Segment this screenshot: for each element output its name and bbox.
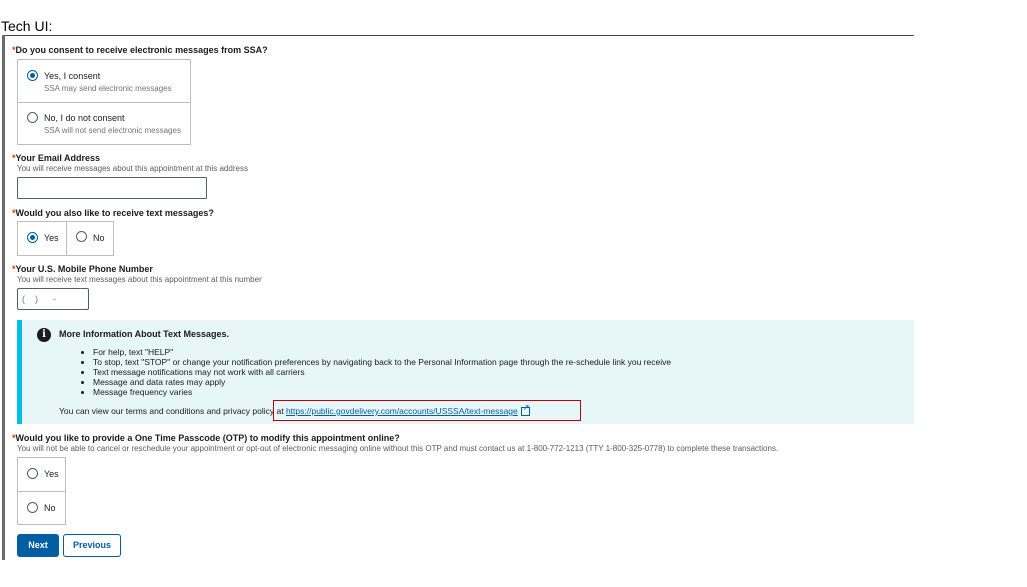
otp-no-label: No	[44, 503, 56, 513]
otp-option-no[interactable]: No	[18, 492, 65, 525]
radio-unchecked-icon[interactable]	[27, 468, 38, 479]
alert-footer-text: You can view our terms and conditions an…	[59, 406, 286, 416]
info-icon: i	[37, 328, 51, 342]
page-heading: Tech UI:	[1, 18, 53, 34]
otp-question-label: *Would you like to provide a One Time Pa…	[12, 433, 400, 443]
consent-no-description: SSA will not send electronic messages	[44, 126, 181, 135]
alert-list: For help, text "HELP" To stop, text "STO…	[81, 347, 671, 397]
list-item: For help, text "HELP"	[93, 347, 671, 357]
phone-field[interactable]	[17, 288, 89, 310]
consent-question-label: *Do you consent to receive electronic me…	[12, 45, 268, 55]
email-label: *Your Email Address	[12, 153, 101, 163]
link-highlight-box	[273, 400, 581, 421]
consent-option-yes[interactable]: Yes, I consent SSA may send electronic m…	[18, 60, 190, 102]
email-hint: You will receive messages about this app…	[17, 164, 248, 173]
list-item: Text message notifications may not work …	[93, 367, 671, 377]
phone-hint: You will receive text messages about thi…	[17, 275, 262, 284]
text-messages-option-no[interactable]: No	[67, 222, 113, 255]
otp-option-yes[interactable]: Yes	[18, 458, 65, 491]
consent-radio-group: Yes, I consent SSA may send electronic m…	[17, 59, 191, 145]
consent-no-label: No, I do not consent	[44, 113, 125, 123]
radio-unchecked-icon[interactable]	[76, 231, 87, 242]
list-item: Message and data rates may apply	[93, 377, 671, 387]
radio-unchecked-icon[interactable]	[27, 112, 38, 123]
previous-button[interactable]: Previous	[63, 534, 121, 557]
alert-title: More Information About Text Messages.	[59, 329, 230, 339]
phone-label: *Your U.S. Mobile Phone Number	[12, 264, 153, 274]
radio-checked-icon[interactable]	[27, 232, 38, 243]
list-item: To stop, text "STOP" or change your noti…	[93, 357, 671, 367]
radio-checked-icon[interactable]	[27, 70, 38, 81]
consent-yes-description: SSA may send electronic messages	[44, 84, 172, 93]
consent-yes-label: Yes, I consent	[44, 71, 101, 81]
text-messages-radio-group: Yes No	[17, 221, 114, 256]
text-messages-no-label: No	[93, 233, 105, 243]
text-messages-question-label: *Would you also like to receive text mes…	[12, 208, 214, 218]
otp-hint: You will not be able to cancel or resche…	[17, 444, 779, 453]
frame-left-border	[2, 35, 5, 560]
otp-yes-label: Yes	[44, 469, 59, 479]
list-item: Message frequency varies	[93, 387, 671, 397]
radio-unchecked-icon[interactable]	[27, 502, 38, 513]
email-field[interactable]	[17, 177, 207, 199]
text-messages-yes-label: Yes	[44, 233, 59, 243]
frame-top-border	[2, 35, 914, 36]
text-messages-option-yes[interactable]: Yes	[18, 222, 66, 255]
consent-option-no[interactable]: No, I do not consent SSA will not send e…	[18, 103, 190, 145]
otp-radio-group: Yes No	[17, 457, 66, 525]
next-button[interactable]: Next	[17, 534, 59, 557]
